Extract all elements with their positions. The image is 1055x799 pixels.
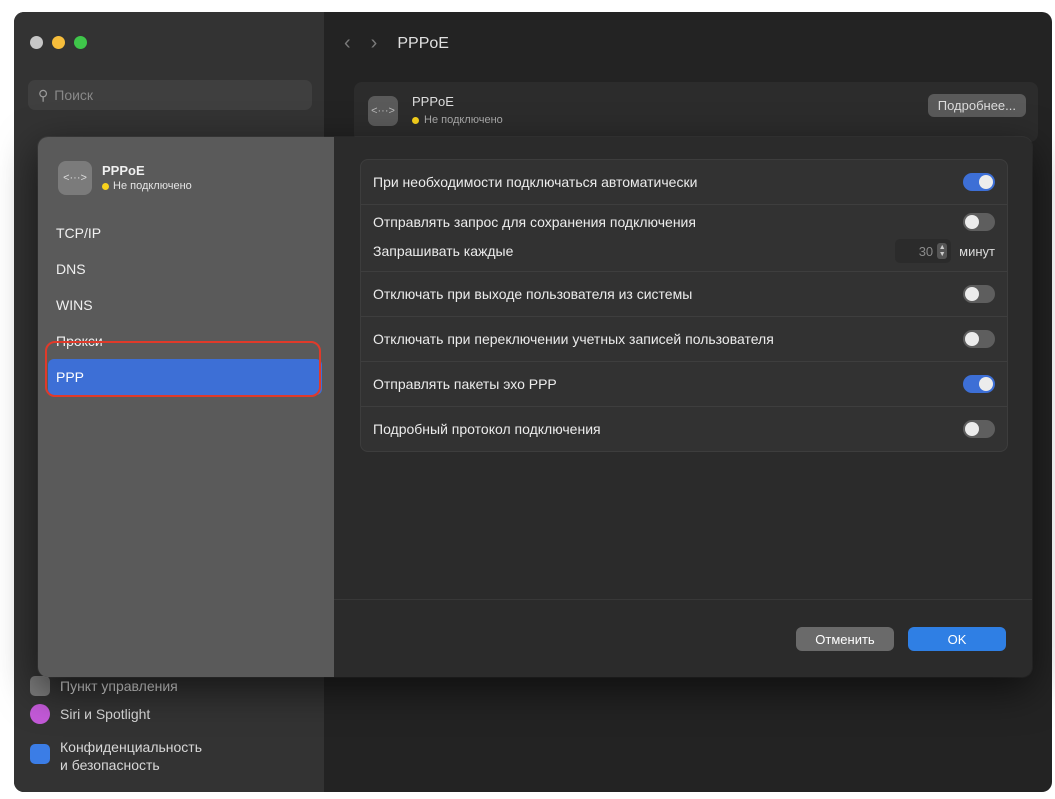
- privacy-hand-icon: [30, 744, 50, 764]
- sidebar-item-privacy-security[interactable]: Конфиденциальность и безопасность: [30, 738, 202, 774]
- ppp-options-group: При необходимости подключаться автоматич…: [360, 159, 1008, 452]
- interval-unit: минут: [959, 243, 995, 259]
- setting-label: Подробный протокол подключения: [373, 421, 601, 437]
- auto-connect-toggle[interactable]: [963, 173, 995, 191]
- page-title: PPPoE: [397, 34, 449, 52]
- toggle-knob: [979, 377, 993, 391]
- cancel-button[interactable]: Отменить: [796, 627, 894, 651]
- status-text: Не подключено: [424, 114, 503, 126]
- toggle-knob: [965, 215, 979, 229]
- minimize-window-button[interactable]: [52, 36, 65, 49]
- sidebar-item-label: Пункт управления: [60, 678, 178, 694]
- interval-label: Запрашивать каждые: [373, 243, 514, 259]
- toggle-knob: [965, 422, 979, 436]
- details-button[interactable]: Подробнее...: [927, 94, 1026, 117]
- setting-label: Отправлять запрос для сохранения подключ…: [373, 214, 696, 230]
- connection-card: <···> PPPoE Не подключено Подробнее...: [354, 82, 1038, 142]
- verbose-log-toggle[interactable]: [963, 420, 995, 438]
- setting-label: Отключать при переключении учетных запис…: [373, 331, 774, 347]
- sidebar-item-label: Конфиденциальность: [60, 739, 203, 755]
- siri-icon: [30, 704, 50, 724]
- status-dot-icon: [102, 182, 109, 190]
- footer-divider: [334, 599, 1032, 600]
- setting-row-keepalive: Отправлять запрос для сохранения подключ…: [361, 204, 1007, 271]
- keepalive-toggle[interactable]: [963, 213, 995, 231]
- toggle-knob: [965, 332, 979, 346]
- status-text: Не подключено: [113, 180, 192, 192]
- connection-title: PPPoE: [412, 94, 454, 109]
- ok-button[interactable]: OK: [908, 627, 1006, 651]
- toggle-knob: [965, 287, 979, 301]
- control-center-icon: [30, 676, 50, 696]
- setting-label: Отключать при выходе пользователя из сис…: [373, 286, 693, 302]
- interval-input[interactable]: 30 ▲ ▼: [895, 239, 952, 263]
- sheet-connection-title: PPPoE: [102, 163, 145, 178]
- setting-row-auto-connect: При необходимости подключаться автоматич…: [361, 160, 1007, 204]
- interval-value: 30: [918, 243, 934, 259]
- sheet-nav-tcpip[interactable]: TCP/IP: [48, 215, 322, 251]
- setting-row-disconnect-logout: Отключать при выходе пользователя из сис…: [361, 271, 1007, 316]
- echo-toggle[interactable]: [963, 375, 995, 393]
- search-placeholder: Поиск: [54, 87, 94, 103]
- interval-stepper: 30 ▲ ▼ минут: [895, 239, 995, 263]
- ellipsis-icon: <···>: [368, 96, 398, 126]
- status-dot-icon: [412, 116, 419, 124]
- sheet-sidebar: <···> PPPoE Не подключено TCP/IP DNS WIN…: [38, 137, 334, 677]
- sidebar-item-label: Siri и Spotlight: [60, 706, 151, 722]
- stepper-arrows-icon[interactable]: ▲ ▼: [937, 243, 948, 259]
- close-window-button[interactable]: [30, 36, 43, 49]
- sidebar-item-siri-spotlight[interactable]: Siri и Spotlight: [30, 704, 150, 724]
- ppp-settings-sheet: <···> PPPoE Не подключено TCP/IP DNS WIN…: [38, 137, 1032, 677]
- setting-label: Отправлять пакеты эхо PPP: [373, 376, 557, 392]
- toggle-knob: [979, 175, 993, 189]
- sheet-connection-header: <···> PPPoE Не подключено: [58, 161, 192, 195]
- sidebar-item-label-line2: и безопасность: [60, 757, 160, 773]
- disconnect-logout-toggle[interactable]: [963, 285, 995, 303]
- setting-label: При необходимости подключаться автоматич…: [373, 174, 698, 190]
- sheet-nav-proxy[interactable]: Прокси: [48, 323, 322, 359]
- setting-row-verbose-log: Подробный протокол подключения: [361, 406, 1007, 451]
- setting-row-disconnect-switch: Отключать при переключении учетных запис…: [361, 316, 1007, 361]
- chevron-right-icon[interactable]: ›: [371, 32, 378, 55]
- setting-row-echo: Отправлять пакеты эхо PPP: [361, 361, 1007, 406]
- sheet-connection-status: Не подключено: [102, 180, 192, 192]
- search-field[interactable]: ⚲ Поиск: [28, 80, 312, 110]
- chevron-left-icon[interactable]: ‹: [344, 32, 351, 55]
- search-icon: ⚲: [38, 86, 49, 103]
- disconnect-switch-toggle[interactable]: [963, 330, 995, 348]
- main-toolbar: ‹ › PPPoE: [344, 32, 449, 55]
- sheet-nav-wins[interactable]: WINS: [48, 287, 322, 323]
- connection-status: Не подключено: [412, 114, 503, 126]
- ellipsis-icon: <···>: [58, 161, 92, 195]
- zoom-window-button[interactable]: [74, 36, 87, 49]
- sidebar-item-control-center[interactable]: Пункт управления: [30, 676, 178, 696]
- sheet-nav-ppp[interactable]: PPP: [48, 359, 322, 395]
- window-controls: [30, 36, 87, 49]
- sheet-nav: TCP/IP DNS WINS Прокси PPP: [48, 215, 322, 395]
- sheet-nav-dns[interactable]: DNS: [48, 251, 322, 287]
